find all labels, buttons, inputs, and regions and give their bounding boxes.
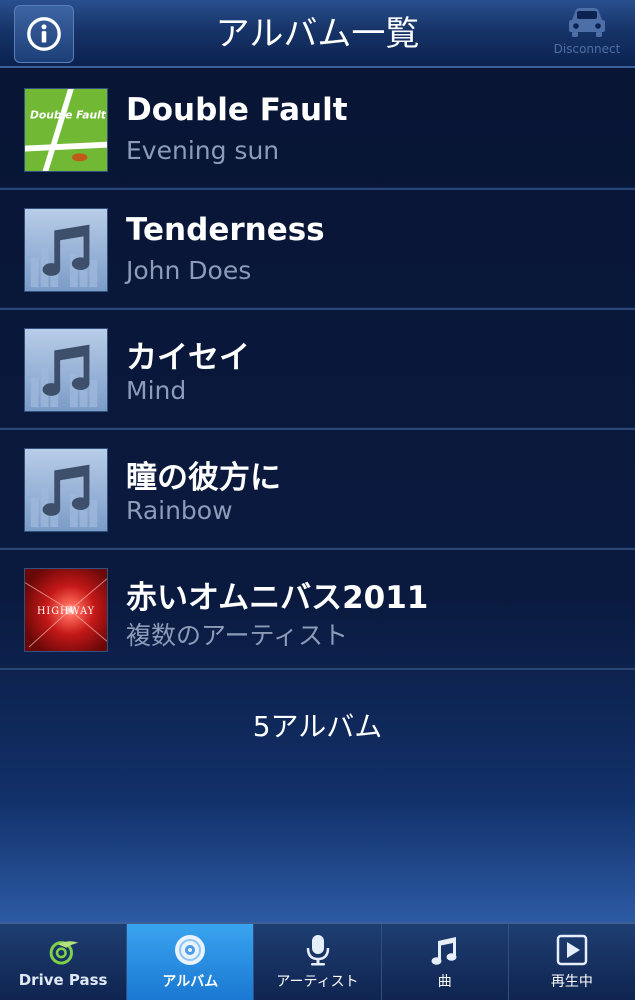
car-icon bbox=[569, 8, 605, 37]
drive-pass-logo-icon bbox=[49, 941, 79, 965]
album-row-hitomi[interactable]: 瞳の彼方に Rainbow bbox=[0, 430, 635, 550]
tab-label: Drive Pass bbox=[18, 971, 108, 989]
tab-artist[interactable]: アーティスト bbox=[254, 924, 382, 1000]
info-button[interactable] bbox=[14, 5, 74, 63]
music-note-placeholder-icon bbox=[24, 448, 108, 532]
tab-drive-pass[interactable]: Drive Pass bbox=[0, 924, 128, 1000]
play-icon bbox=[556, 934, 588, 966]
album-title: 瞳の彼方に bbox=[126, 460, 281, 496]
disconnect-label: Disconnect bbox=[553, 42, 621, 56]
album-artist: 複数のアーティスト bbox=[126, 621, 349, 650]
album-cover-highway: HIGHWAY bbox=[24, 568, 108, 652]
tab-album[interactable]: アルバム bbox=[127, 924, 255, 1000]
album-title: Tenderness bbox=[126, 212, 325, 248]
music-note-icon bbox=[431, 937, 457, 965]
album-row-akai-omnibus[interactable]: HIGHWAY 赤いオムニバス2011 複数のアーティスト bbox=[0, 550, 635, 670]
album-row-double-fault[interactable]: Double Fault Double Fault Evening sun bbox=[0, 70, 635, 190]
music-note-placeholder-icon bbox=[24, 208, 108, 292]
page-title: アルバム一覧 bbox=[215, 14, 420, 54]
tab-label: 再生中 bbox=[550, 974, 593, 990]
tab-songs[interactable]: 曲 bbox=[381, 924, 509, 1000]
album-artist: Mind bbox=[126, 376, 187, 405]
album-title: カイセイ bbox=[126, 340, 250, 376]
header-bar: アルバム一覧 Disconnect bbox=[0, 0, 635, 68]
music-note-placeholder-icon bbox=[24, 328, 108, 412]
tab-label: 曲 bbox=[437, 974, 452, 990]
info-icon bbox=[27, 17, 61, 51]
album-list-screen: アルバム一覧 Disconnect Double Fault Double Fa… bbox=[0, 0, 635, 1000]
album-artist: Evening sun bbox=[126, 136, 280, 165]
album-artist: Rainbow bbox=[126, 496, 233, 525]
cover-text: Double Fault bbox=[30, 108, 107, 121]
microphone-icon bbox=[306, 935, 329, 966]
album-artist: John Does bbox=[126, 256, 252, 285]
disconnect-button[interactable]: Disconnect bbox=[551, 6, 623, 62]
tab-label: アルバム bbox=[162, 974, 219, 990]
album-list: Double Fault Double Fault Evening sun Te… bbox=[0, 70, 635, 670]
disc-icon bbox=[175, 935, 206, 965]
album-row-kaisei[interactable]: カイセイ Mind bbox=[0, 310, 635, 430]
album-count: 5アルバム bbox=[252, 710, 383, 743]
cover-text: HIGHWAY bbox=[37, 606, 95, 617]
album-title: Double Fault bbox=[126, 92, 348, 128]
tab-label: アーティスト bbox=[276, 974, 359, 990]
album-row-tenderness[interactable]: Tenderness John Does bbox=[0, 190, 635, 310]
tab-now-playing[interactable]: 再生中 bbox=[508, 924, 635, 1000]
album-title: 赤いオムニバス2011 bbox=[126, 580, 429, 616]
bottom-tab-bar: Drive Pass アルバム アーティスト 曲 再生中 bbox=[0, 922, 635, 1000]
album-cover-double-fault: Double Fault bbox=[24, 88, 108, 172]
